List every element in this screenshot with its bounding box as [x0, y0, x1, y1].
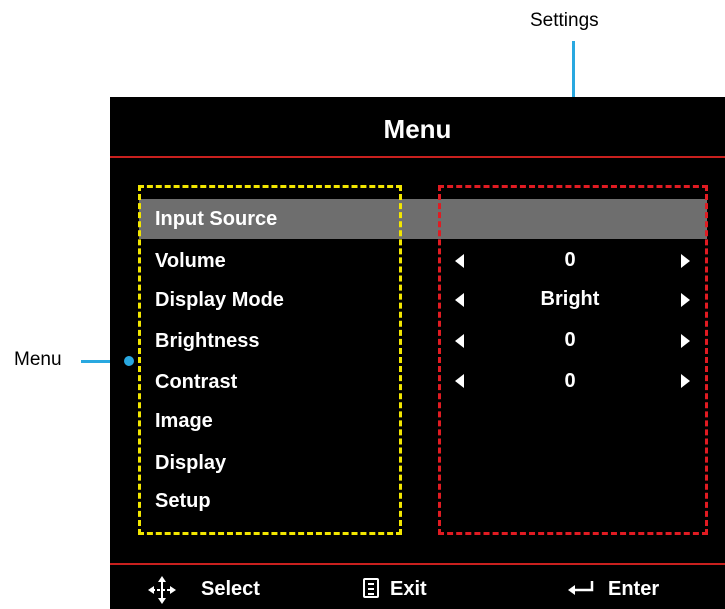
- settings-callout-label: Settings: [530, 10, 599, 31]
- brightness-increase-arrow-icon[interactable]: [681, 334, 690, 348]
- menu-callout-dot: [124, 356, 134, 366]
- brightness-value: 0: [564, 329, 576, 351]
- menu-item-display-mode[interactable]: Display Mode: [155, 288, 284, 312]
- osd-menu-panel: Menu Input Source Volume Display Mode Br…: [110, 97, 725, 609]
- footer-exit-label: Exit: [390, 578, 427, 600]
- contrast-increase-arrow-icon[interactable]: [681, 374, 690, 388]
- menu-item-display[interactable]: Display: [155, 451, 226, 475]
- osd-title: Menu: [383, 114, 452, 144]
- move-arrows-icon: [148, 576, 176, 604]
- settings-frame: [438, 185, 708, 535]
- footer-select-label: Select: [201, 578, 260, 600]
- display-mode-next-arrow-icon[interactable]: [681, 293, 690, 307]
- menu-list-frame: [138, 185, 402, 535]
- enter-return-icon: [568, 581, 594, 595]
- volume-increase-arrow-icon[interactable]: [681, 254, 690, 268]
- menu-item-contrast[interactable]: Contrast: [155, 370, 237, 394]
- menu-item-volume[interactable]: Volume: [155, 249, 226, 273]
- title-divider: [110, 156, 725, 158]
- menu-item-image[interactable]: Image: [155, 409, 213, 433]
- menu-item-brightness[interactable]: Brightness: [155, 329, 259, 353]
- menu-list-icon: [363, 578, 379, 598]
- menu-callout-label: Menu: [14, 349, 62, 370]
- brightness-decrease-arrow-icon[interactable]: [455, 334, 464, 348]
- volume-decrease-arrow-icon[interactable]: [455, 254, 464, 268]
- menu-item-setup[interactable]: Setup: [155, 489, 211, 513]
- contrast-value: 0: [564, 370, 576, 392]
- display-mode-value: Bright: [540, 288, 600, 310]
- footer-divider: [110, 563, 725, 565]
- display-mode-prev-arrow-icon[interactable]: [455, 293, 464, 307]
- volume-value: 0: [564, 249, 576, 271]
- contrast-decrease-arrow-icon[interactable]: [455, 374, 464, 388]
- menu-item-input-source[interactable]: Input Source: [155, 207, 277, 231]
- footer-enter-label: Enter: [608, 578, 660, 600]
